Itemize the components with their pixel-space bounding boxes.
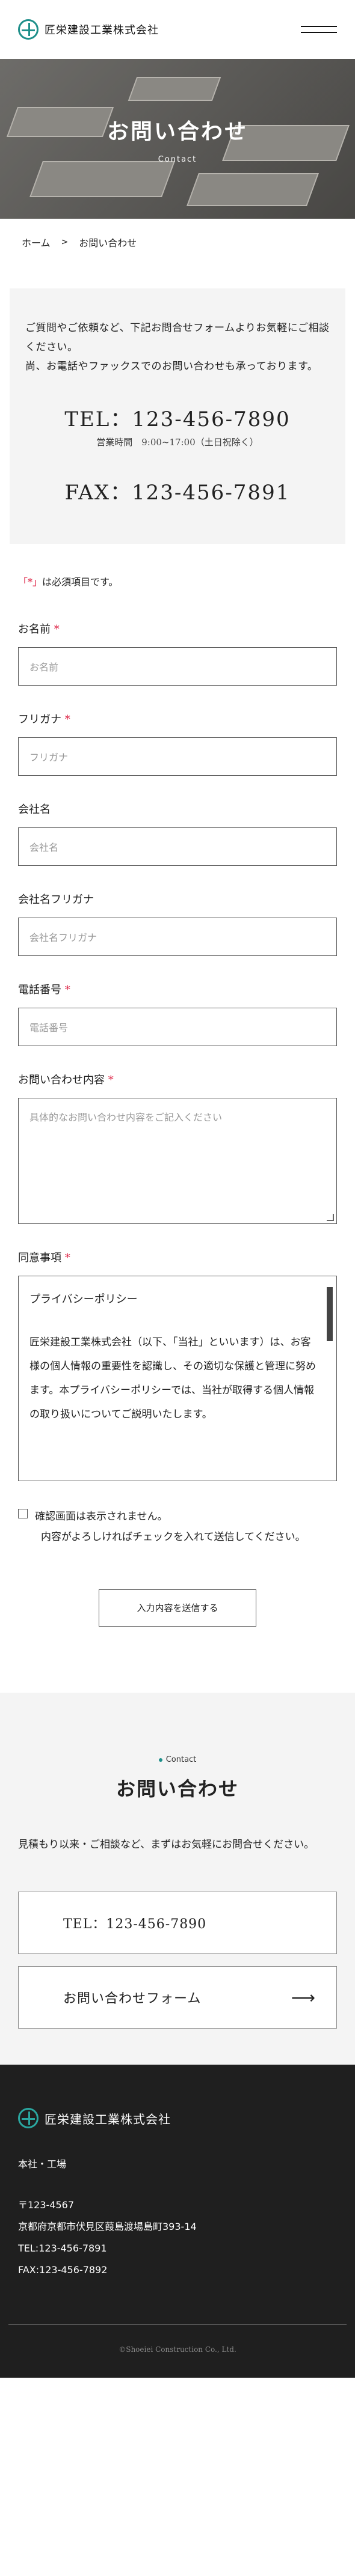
contact-kicker: Contact: [18, 1755, 337, 1764]
info-hours: 営業時間 9:00~17:00（土日祝除く）: [96, 437, 259, 448]
arrow-right-icon: ⟶: [291, 1987, 316, 2008]
hero-banner: お問い合わせ Contact: [0, 59, 355, 219]
field-furigana: フリガナ * フリガナ: [18, 711, 337, 776]
site-logo[interactable]: 匠栄建設工業株式会社: [18, 19, 159, 40]
contact-info-panel: ご質問やご依頼など、下記お問合せフォームよりお気軽にご相談ください。 尚、お電話…: [10, 288, 345, 544]
confirm-subtext: 内容がよろしければチェックを入れて送信してください。: [41, 1531, 306, 1543]
dot-icon: [158, 1758, 162, 1762]
logo-mark-icon: [18, 2108, 39, 2128]
privacy-policy-title: プライバシーポリシー: [29, 1293, 138, 1306]
name-input[interactable]: お名前: [18, 647, 337, 686]
footer-office: 本社・工場: [18, 2158, 67, 2170]
breadcrumb-current: お問い合わせ: [79, 237, 137, 249]
logo-mark-icon: [18, 19, 39, 40]
site-footer: 匠栄建設工業株式会社 本社・工場 〒123-4567 京都府京都市伏見区葭島渡場…: [0, 2065, 355, 2378]
info-text-2: 尚、お電話やファックスでのお問い合わせも承っております。: [25, 361, 318, 373]
scrollbar[interactable]: [327, 1287, 333, 1341]
field-inquiry: お問い合わせ内容 * 具体的なお問い合わせ内容をご記入ください: [18, 1071, 337, 1224]
field-agreement: 同意事項 * プライバシーポリシー 匠栄建設工業株式会社（以下、「当社」といいま…: [18, 1249, 337, 1481]
page-subtitle: Contact: [158, 154, 197, 164]
logo-text: 匠栄建設工業株式会社: [45, 24, 159, 37]
checkbox-icon[interactable]: [18, 1509, 28, 1518]
field-company-furigana: 会社名フリガナ 会社名フリガナ: [18, 891, 337, 956]
resize-handle-icon[interactable]: [327, 1214, 334, 1221]
contact-description: 見積もり以来・ご相談など、まずはお気軽にお問合せください。: [18, 1839, 315, 1851]
info-tel[interactable]: TEL：123-456-7890: [25, 403, 330, 432]
furigana-input[interactable]: フリガナ: [18, 737, 337, 776]
footer-logo-text: 匠栄建設工業株式会社: [45, 2112, 171, 2127]
company-furigana-input[interactable]: 会社名フリガナ: [18, 918, 337, 956]
contact-form-button[interactable]: お問い合わせフォーム ⟶: [18, 1966, 337, 2029]
field-phone: 電話番号 * 電話番号: [18, 981, 337, 1046]
footer-logo[interactable]: 匠栄建設工業株式会社: [18, 2108, 337, 2128]
info-fax: FAX：123-456-7891: [64, 481, 291, 505]
phone-input[interactable]: 電話番号: [18, 1008, 337, 1046]
footer-divider: [8, 2324, 347, 2325]
field-company: 会社名 会社名: [18, 801, 337, 866]
company-input[interactable]: 会社名: [18, 827, 337, 866]
page-title: お問い合わせ: [106, 118, 248, 144]
privacy-policy-text: 匠栄建設工業株式会社（以下、「当社」といいます）は、お客様の個人情報の重要性を認…: [29, 1336, 316, 1420]
breadcrumb: ホーム > お問い合わせ: [0, 219, 355, 266]
contact-cta: Contact お問い合わせ 見積もり以来・ご相談など、まずはお気軽にお問合せく…: [0, 1693, 355, 2065]
copyright: ©Shoeiei Construction Co., Ltd.: [119, 2345, 236, 2354]
inquiry-textarea[interactable]: 具体的なお問い合わせ内容をご記入ください: [18, 1098, 337, 1224]
footer-zip: 〒123-4567: [18, 2199, 75, 2211]
contact-title: お問い合わせ: [116, 1777, 239, 1800]
field-name: お名前 * お名前: [18, 621, 337, 686]
footer-fax: FAX:123-456-7892: [18, 2264, 108, 2276]
submit-button[interactable]: 入力内容を送信する: [99, 1589, 256, 1627]
site-header: 匠栄建設工業株式会社: [0, 0, 355, 59]
required-note: 「*」は必須項目です。: [18, 576, 119, 588]
confirm-row: 確認画面は表示されません。 内容がよろしければチェックを入れて送信してください。: [18, 1506, 337, 1547]
tel-button[interactable]: TEL：123-456-7890: [18, 1892, 337, 1954]
hamburger-menu-icon[interactable]: [301, 22, 337, 37]
footer-tel[interactable]: TEL:123-456-7891: [18, 2238, 337, 2259]
privacy-policy-box[interactable]: プライバシーポリシー 匠栄建設工業株式会社（以下、「当社」といいます）は、お客様…: [18, 1276, 337, 1481]
footer-address: 京都府京都市伏見区葭島渡場島町393-14: [18, 2221, 197, 2232]
breadcrumb-home[interactable]: ホーム: [22, 235, 51, 249]
breadcrumb-separator: >: [61, 237, 69, 247]
info-text-1: ご質問やご依頼など、下記お問合せフォームよりお気軽にご相談ください。: [25, 322, 330, 353]
confirm-text: 確認画面は表示されません。: [35, 1511, 168, 1523]
contact-form: 「*」は必須項目です。 お名前 * お名前 フリガナ * フリガナ 会社名 会社…: [0, 544, 355, 1627]
